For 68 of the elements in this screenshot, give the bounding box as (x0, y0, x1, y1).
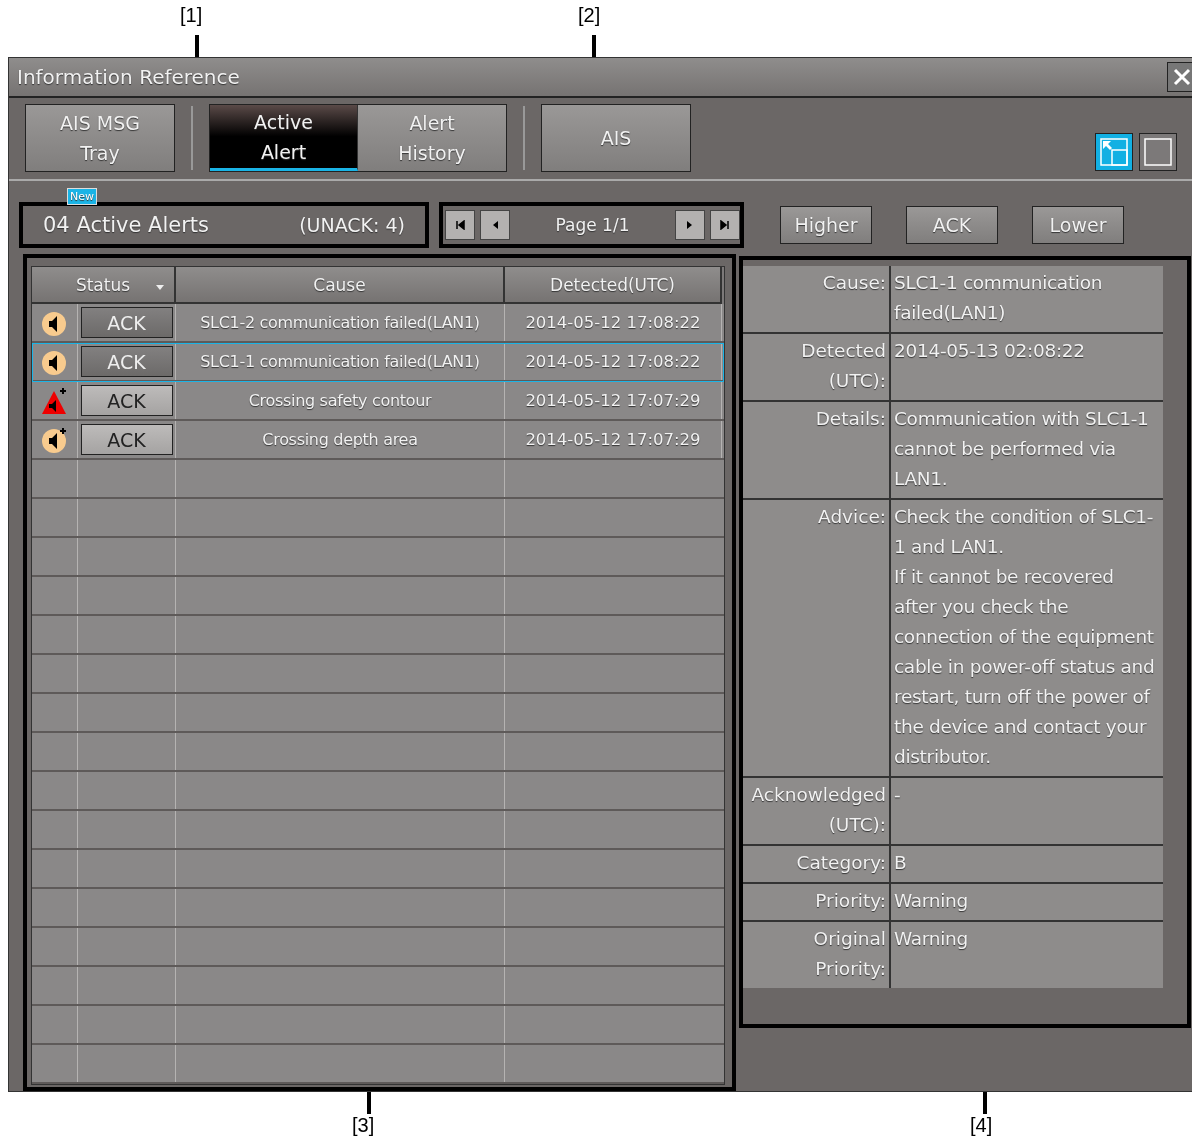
ack-button[interactable]: ACK (80, 346, 173, 377)
detail-label: Original Priority: (743, 922, 889, 988)
column-header[interactable]: Cause (176, 267, 505, 304)
close-icon (1172, 66, 1192, 87)
callout-label: [3] (352, 1114, 375, 1137)
new-badge: New (67, 188, 97, 206)
unack-count: (UNACK: 4) (299, 214, 405, 236)
triangle-alarm-icon (40, 386, 69, 415)
tab[interactable]: Alert History (358, 105, 506, 172)
ack-button[interactable]: ACK (80, 424, 173, 455)
table-cell: 2014-05-12 17:07:29 (505, 421, 722, 458)
detail-value: - (891, 778, 1163, 844)
page-label: Page 1/1 (554, 215, 631, 235)
callout-label: [4] (970, 1114, 993, 1137)
next-page-button[interactable] (675, 210, 705, 240)
split-layout-icon (1100, 138, 1128, 167)
dropdown-caret-icon (156, 285, 164, 290)
table-cell: SLC1-2 communication failed(LAN1) (176, 304, 505, 341)
table-cell: 2014-05-12 17:08:22 (505, 343, 722, 380)
alert-row[interactable]: ACK Crossing safety contour 2014-05-12 17:07:29 (32, 382, 724, 421)
table-cell: Crossing safety contour (176, 382, 505, 419)
action-button[interactable]: Higher (780, 206, 872, 244)
table-cell: Crossing depth area (176, 421, 505, 458)
detail-value: B (891, 846, 1163, 882)
callout-label: [2] (578, 4, 601, 27)
alert-count: 04 Active Alerts (43, 213, 209, 237)
tab[interactable]: AIS (542, 105, 690, 172)
last-page-button[interactable] (710, 210, 740, 240)
action-button[interactable]: ACK (906, 206, 998, 244)
detail-value: 2014-05-13 02:08:22 (891, 334, 1163, 400)
detail-value: Communication with SLC1-1 cannot be performed via LAN1. (891, 402, 1163, 498)
close-button[interactable] (1167, 61, 1192, 92)
action-button[interactable]: Lower (1032, 206, 1124, 244)
detail-label: Category: (743, 846, 889, 882)
detail-label: Cause: (743, 266, 889, 332)
detail-value: Check the condition of SLC1-1 and LAN1. If it cannot be recovered after you check the connection of the equipment cable in power-off status and restart, turn off the power of the device and contact your distributor. (891, 500, 1163, 776)
speaker-warning-icon (40, 425, 69, 454)
next-page-icon (686, 220, 694, 230)
detail-value: Warning (891, 884, 1163, 920)
column-header[interactable]: Detected(UTC) (505, 267, 722, 304)
last-page-icon (720, 220, 730, 230)
alert-row[interactable]: ACK SLC1-2 communication failed(LAN1) 2014-05-12 17:08:22 (32, 304, 724, 343)
detail-label: Detected (UTC): (743, 334, 889, 400)
detail-label: Acknowledged (UTC): (743, 778, 889, 844)
ack-button[interactable]: ACK (80, 307, 173, 338)
first-page-button[interactable] (445, 210, 475, 240)
column-header[interactable]: Status (32, 267, 176, 304)
detail-label: Details: (743, 402, 889, 498)
alert-row[interactable]: ACK Crossing depth area 2014-05-12 17:07:29 (32, 421, 724, 460)
tab[interactable]: Active Alert (210, 105, 358, 172)
detail-label: Advice: (743, 500, 889, 776)
detail-value: SLC1-1 communication failed(LAN1) (891, 266, 1163, 332)
ack-button[interactable]: ACK (80, 385, 173, 416)
layout-toggle[interactable] (1139, 133, 1177, 172)
first-page-icon (455, 220, 465, 230)
single-layout-icon (1144, 138, 1172, 167)
alert-row[interactable]: ACK SLC1-1 communication failed(LAN1) 2014-05-12 17:08:22 (32, 343, 724, 382)
table-cell: 2014-05-12 17:08:22 (505, 304, 722, 341)
table-cell: SLC1-1 communication failed(LAN1) (176, 343, 505, 380)
detail-label: Priority: (743, 884, 889, 920)
detail-value: Warning (891, 922, 1163, 988)
previous-page-button[interactable] (480, 210, 510, 240)
previous-page-icon (491, 220, 499, 230)
window-title: Information Reference (16, 64, 240, 89)
layout-toggle[interactable] (1095, 133, 1133, 172)
callout-label: [1] (180, 4, 203, 27)
column-header-label: Status (75, 274, 131, 295)
table-cell: 2014-05-12 17:07:29 (505, 382, 722, 419)
